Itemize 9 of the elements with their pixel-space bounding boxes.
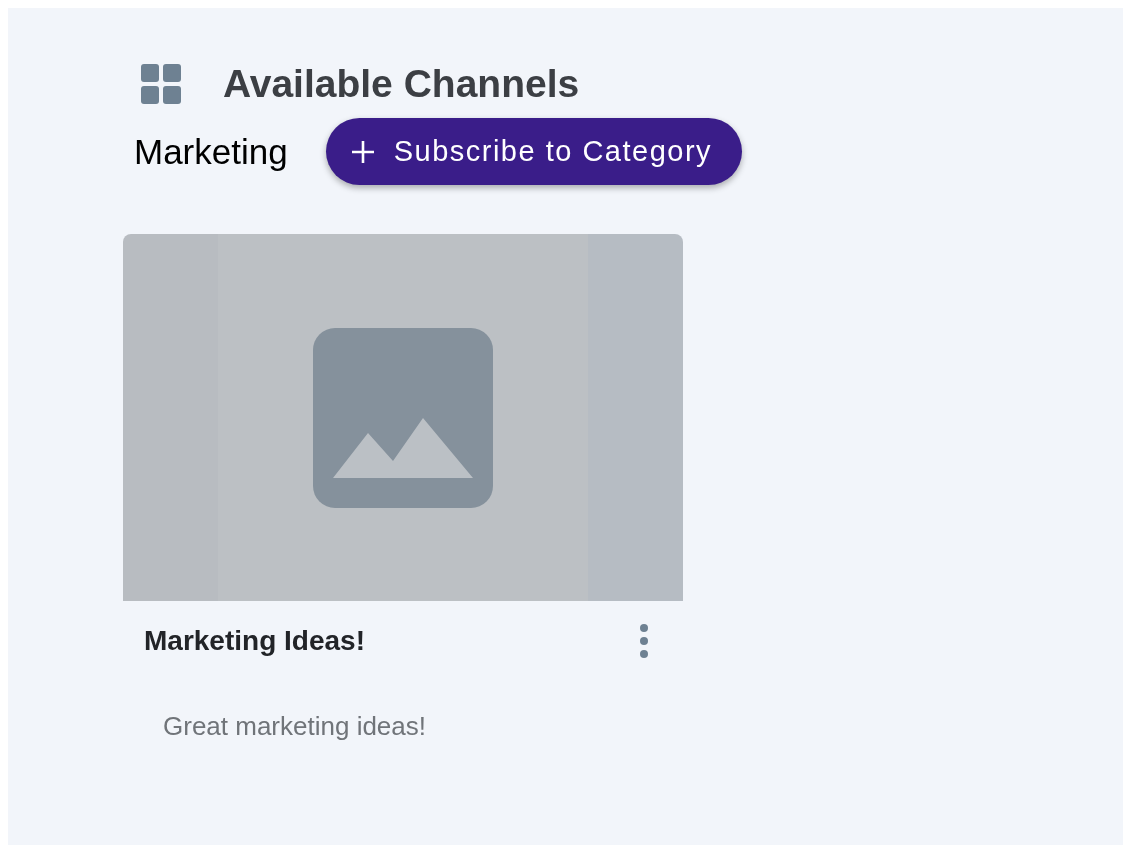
category-name: Marketing bbox=[134, 131, 288, 172]
more-options-icon[interactable] bbox=[639, 623, 649, 659]
channel-description: Great marketing ideas! bbox=[163, 711, 427, 742]
plus-icon bbox=[349, 138, 376, 165]
grid-icon bbox=[141, 64, 181, 104]
channel-title: Marketing Ideas! bbox=[144, 625, 365, 657]
subscribe-button[interactable]: Subscribe to Category bbox=[325, 118, 743, 185]
page-title: Available Channels bbox=[223, 62, 580, 106]
image-placeholder-icon bbox=[313, 327, 493, 508]
